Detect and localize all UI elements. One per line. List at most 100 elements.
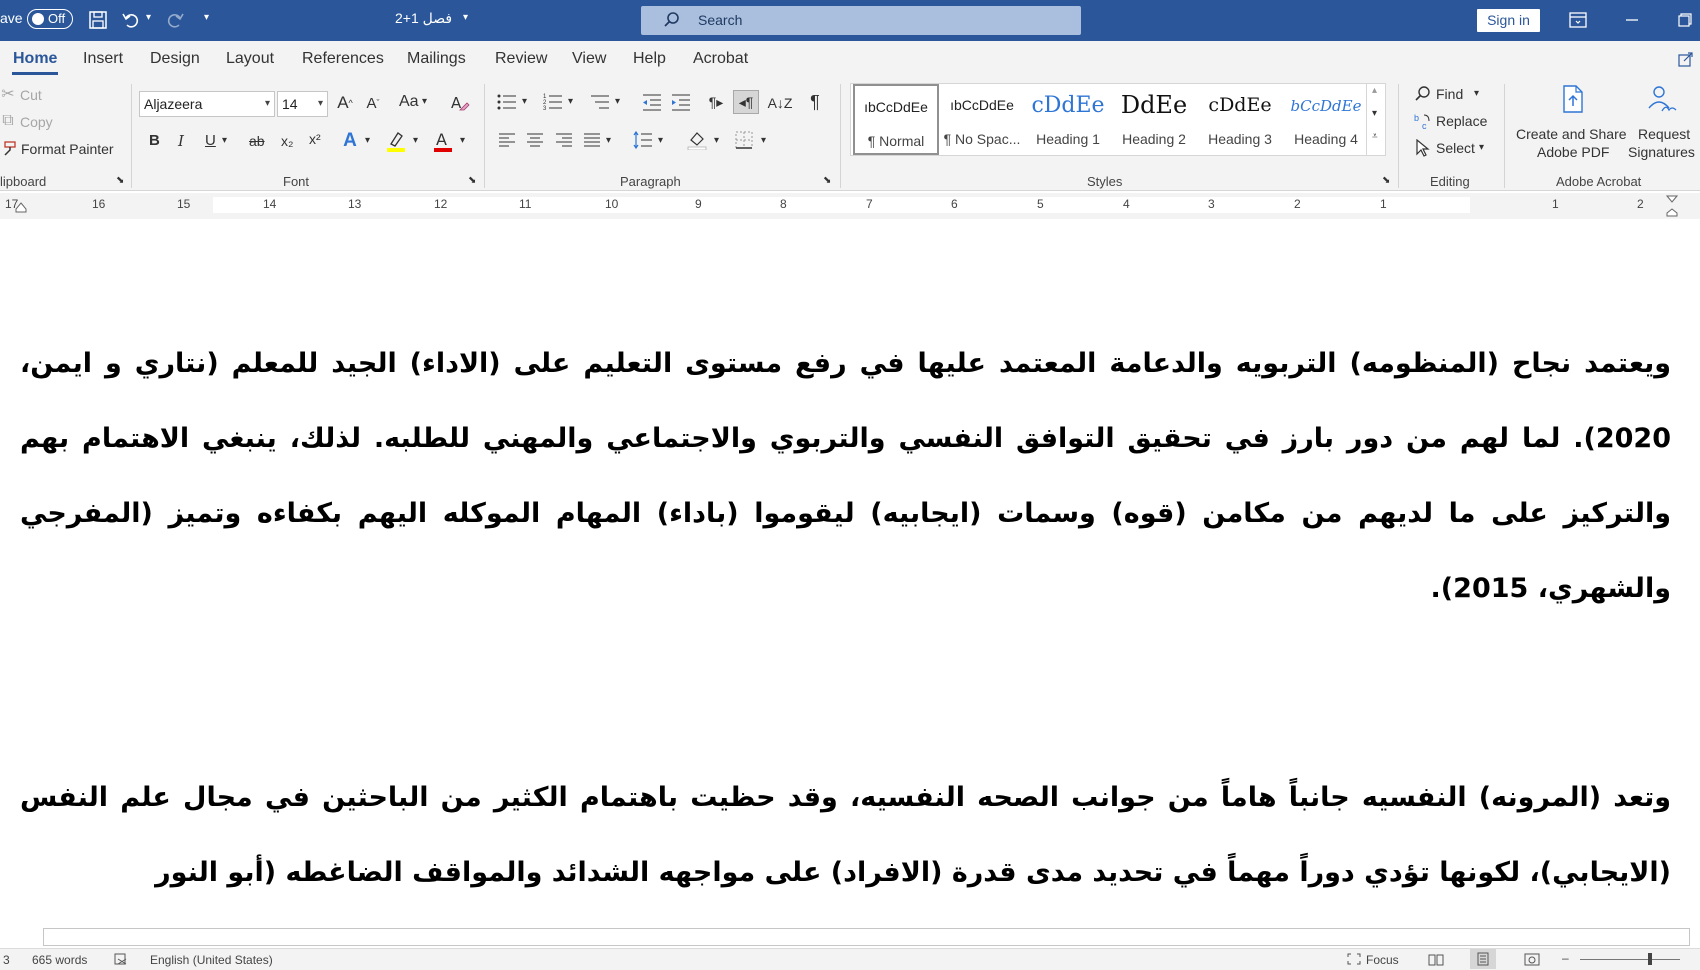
word-count[interactable]: 665 words (32, 953, 87, 967)
text-effects-dropdown-icon[interactable]: ▾ (365, 135, 370, 146)
strikethrough-button[interactable]: ab (249, 133, 265, 149)
style-heading-1[interactable]: cDdEe Heading 1 (1025, 84, 1111, 155)
font-size-dropdown-icon[interactable]: ▾ (318, 92, 323, 116)
horizontal-ruler[interactable]: 17 16 15 14 13 12 11 10 9 8 7 6 5 4 3 2 … (0, 193, 1700, 219)
tab-insert[interactable]: Insert (83, 50, 123, 68)
tab-home[interactable]: Home (13, 50, 57, 68)
share-icon[interactable] (1676, 49, 1696, 69)
numbering-icon[interactable]: 123 (542, 91, 564, 113)
proofing-icon[interactable] (114, 953, 128, 968)
search-box[interactable]: Search (641, 6, 1081, 35)
style-no-spacing[interactable]: ıbCcDdEe ¶ No Spac... (939, 84, 1025, 155)
shrink-font-icon[interactable]: Aˇ (361, 91, 385, 115)
font-name-dropdown-icon[interactable]: ▾ (265, 92, 270, 116)
create-share-pdf-line2[interactable]: Adobe PDF (1537, 144, 1609, 160)
multilevel-list-icon[interactable] (589, 91, 611, 113)
font-name-box[interactable]: Aljazeera ▾ (139, 91, 275, 117)
line-spacing-dropdown-icon[interactable]: ▾ (658, 135, 663, 146)
bullets-dropdown-icon[interactable]: ▾ (522, 96, 527, 107)
sort-icon[interactable]: A↓Z (768, 91, 793, 115)
format-painter-icon[interactable] (0, 140, 18, 158)
sign-in-button[interactable]: Sign in (1477, 9, 1540, 32)
read-mode-icon[interactable] (1428, 953, 1444, 969)
request-signatures-icon[interactable] (1645, 83, 1679, 115)
zoom-slider-thumb[interactable] (1648, 953, 1652, 965)
shading-icon[interactable] (686, 129, 708, 151)
font-launcher-icon[interactable]: ⬊ (468, 175, 476, 186)
font-color-icon[interactable]: A (431, 129, 455, 153)
underline-dropdown-icon[interactable]: ▾ (222, 135, 227, 146)
rtl-direction-icon[interactable]: ◂¶ (733, 90, 759, 114)
style-heading-3[interactable]: cDdEe Heading 3 (1197, 84, 1283, 155)
save-icon[interactable] (86, 8, 110, 32)
justify-dropdown-icon[interactable]: ▾ (606, 135, 611, 146)
zoom-out-icon[interactable]: – (1562, 951, 1569, 965)
minimize-icon[interactable] (1620, 8, 1644, 32)
cut-icon[interactable]: ✂ (0, 86, 16, 103)
right-indent-marker-icon[interactable] (1665, 195, 1679, 217)
print-layout-icon[interactable] (1470, 949, 1496, 969)
highlight-dropdown-icon[interactable]: ▾ (413, 135, 418, 146)
copy-button[interactable]: Copy (20, 114, 53, 130)
tab-layout[interactable]: Layout (226, 50, 274, 68)
tab-design[interactable]: Design (150, 50, 200, 68)
superscript-button[interactable]: x² (309, 131, 321, 147)
style-normal[interactable]: ıbCcDdEe ¶ Normal (853, 84, 939, 155)
web-layout-icon[interactable] (1524, 953, 1540, 969)
align-left-icon[interactable] (496, 129, 518, 151)
bullets-icon[interactable] (496, 91, 518, 113)
page-indicator[interactable]: 3 (3, 953, 10, 967)
restore-icon[interactable] (1673, 8, 1697, 32)
tab-view[interactable]: View (572, 50, 606, 68)
line-spacing-icon[interactable] (632, 129, 654, 151)
format-painter-button[interactable]: Format Painter (21, 141, 114, 157)
show-formatting-icon[interactable]: ¶ (804, 91, 826, 113)
clear-formatting-icon[interactable]: A (448, 91, 472, 115)
bold-button[interactable]: B (149, 132, 160, 149)
align-right-icon[interactable] (553, 129, 575, 151)
customize-qat-icon[interactable]: ▾ (204, 12, 209, 23)
grow-font-icon[interactable]: A ^ (333, 91, 357, 115)
undo-dropdown-icon[interactable]: ▾ (146, 12, 151, 23)
subscript-button[interactable]: x₂ (281, 133, 293, 149)
tab-review[interactable]: Review (495, 50, 547, 68)
highlight-icon[interactable] (384, 129, 408, 153)
tab-mailings[interactable]: Mailings (407, 50, 466, 68)
request-signatures-line2[interactable]: Signatures (1628, 144, 1695, 160)
replace-button[interactable]: Replace (1436, 113, 1487, 129)
replace-icon[interactable]: bc (1413, 111, 1433, 131)
decrease-indent-icon[interactable] (641, 91, 663, 113)
styles-more-icon[interactable]: ⩡ (1372, 131, 1378, 142)
ribbon-display-icon[interactable] (1566, 8, 1590, 32)
clipboard-launcher-icon[interactable]: ⬊ (116, 175, 124, 186)
underline-button[interactable]: U (205, 132, 216, 149)
title-dropdown-icon[interactable]: ▾ (463, 12, 468, 23)
ltr-direction-icon[interactable]: ¶▸ (705, 91, 727, 113)
zoom-slider[interactable] (1580, 959, 1680, 960)
copy-icon[interactable]: ⧉ (0, 112, 16, 129)
justify-icon[interactable] (581, 129, 603, 151)
tab-acrobat[interactable]: Acrobat (693, 50, 748, 68)
find-icon[interactable] (1413, 84, 1433, 104)
cut-button[interactable]: Cut (20, 87, 42, 103)
italic-button[interactable]: I (178, 132, 184, 150)
styles-scrollbar[interactable]: ▴ ▾ ⩡ (1366, 83, 1386, 156)
multilevel-dropdown-icon[interactable]: ▾ (615, 96, 620, 107)
font-color-dropdown-icon[interactable]: ▾ (460, 135, 465, 146)
styles-scroll-down-icon[interactable]: ▾ (1372, 108, 1377, 119)
language-indicator[interactable]: English (United States) (150, 953, 273, 967)
styles-scroll-up-icon[interactable]: ▴ (1372, 85, 1377, 96)
paragraph-1[interactable]: ويعتمد نجاح (المنظومه) التربويه والدعامة… (20, 326, 1671, 626)
shading-dropdown-icon[interactable]: ▾ (714, 135, 719, 146)
create-pdf-icon[interactable] (1558, 83, 1588, 115)
focus-icon[interactable] (1347, 953, 1361, 968)
numbering-dropdown-icon[interactable]: ▾ (568, 96, 573, 107)
increase-indent-icon[interactable] (670, 91, 692, 113)
create-share-pdf-line1[interactable]: Create and Share (1516, 126, 1627, 142)
tab-references[interactable]: References (302, 50, 384, 68)
autosave-toggle[interactable]: Off (27, 9, 73, 29)
style-heading-2[interactable]: DdEe Heading 2 (1111, 84, 1197, 155)
request-signatures-line1[interactable]: Request (1638, 126, 1690, 142)
change-case-dropdown-icon[interactable]: ▾ (422, 96, 427, 107)
align-center-icon[interactable] (524, 129, 546, 151)
